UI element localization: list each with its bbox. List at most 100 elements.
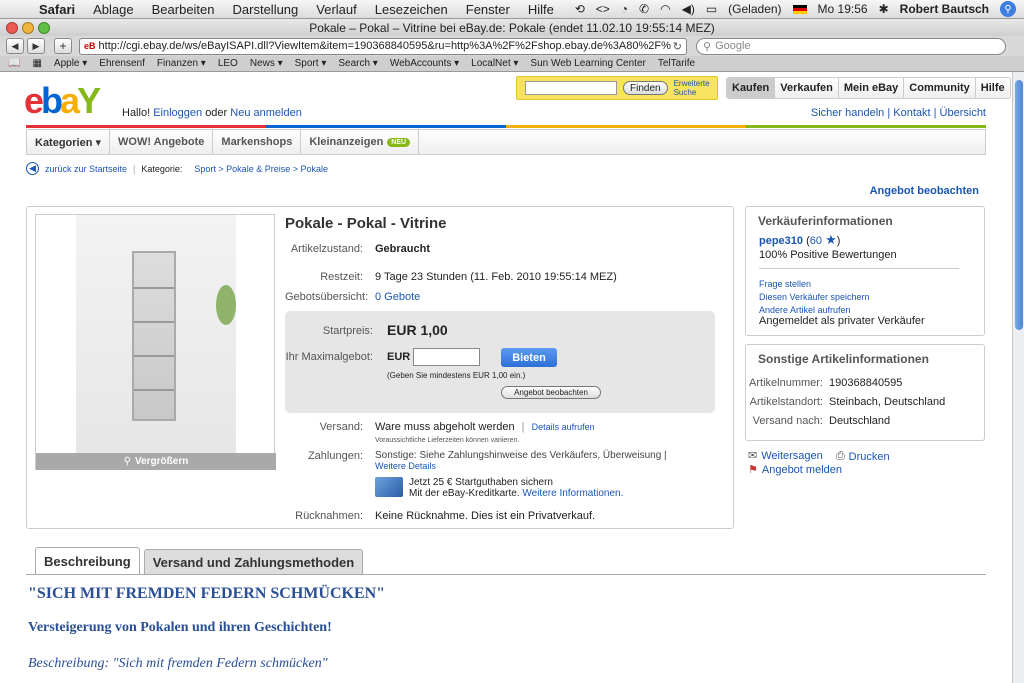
ask-question-link[interactable]: Frage stellen [759, 279, 811, 289]
share-link[interactable]: Weitersagen [761, 450, 823, 462]
bookmark-finanzen[interactable]: Finanzen ▾ [157, 58, 206, 69]
bookmark-localnet[interactable]: LocalNet ▾ [471, 58, 518, 69]
wifi-icon[interactable]: ◠ [660, 2, 670, 16]
nav-verkaufen[interactable]: Verkaufen [774, 78, 838, 98]
categories-dropdown[interactable]: Kategorien ▾ [27, 130, 111, 154]
ebay-search-input[interactable] [525, 81, 617, 95]
minimize-window-icon[interactable] [22, 22, 34, 34]
returns-row: Rücknahmen: Keine Rücknahme. Dies ist ei… [285, 510, 725, 522]
max-bid-input[interactable] [413, 348, 480, 366]
menu-safari[interactable]: Safari [30, 2, 84, 17]
category-path[interactable]: Sport > Pokale & Preise > Pokale [194, 164, 328, 174]
address-url[interactable]: http://cgi.ebay.de/ws/eBayISAPI.dll?View… [99, 40, 671, 52]
bluetooth-icon[interactable]: ✱ [879, 2, 889, 16]
bookmark-apple[interactable]: Apple ▾ [54, 58, 87, 69]
close-window-icon[interactable] [6, 22, 18, 34]
info-value: Deutschland [829, 415, 891, 427]
bids-row: Gebotsübersicht: 0 Gebote [285, 291, 725, 303]
grid-icon[interactable]: ▦ [32, 58, 41, 69]
bookmark-search[interactable]: Search ▾ [338, 58, 377, 69]
flag-icon: ⚑ [748, 464, 758, 476]
menu-hilfe[interactable]: Hilfe [519, 2, 563, 17]
back-arrow-icon[interactable]: ◀ [26, 162, 39, 175]
battery-status: (Geladen) [728, 2, 782, 16]
ebay-top-nav: Kaufen Verkaufen Mein eBay Community Hil… [726, 77, 1011, 99]
bookmark-sport[interactable]: Sport ▾ [295, 58, 327, 69]
seller-name-link[interactable]: pepe310 [759, 235, 803, 247]
hallo-text: Hallo! [122, 107, 151, 119]
add-bookmark-button[interactable]: + [54, 38, 72, 54]
nav-community[interactable]: Community [903, 78, 975, 98]
item-image[interactable]: ⚲ Vergrößern [35, 214, 276, 470]
other-item-info-box: Sonstige Artikelinformationen Artikelnum… [745, 344, 985, 441]
report-link[interactable]: Angebot melden [762, 464, 842, 476]
book-icon[interactable]: 📖 [8, 58, 20, 69]
watch-item-button[interactable]: Angebot beobachten [501, 386, 601, 399]
login-link[interactable]: Einloggen [153, 107, 202, 119]
enlarge-image-button[interactable]: ⚲ Vergrößern [36, 453, 276, 470]
save-seller-link[interactable]: Diesen Verkäufer speichern [759, 292, 870, 302]
tab-shipping-payment[interactable]: Versand und Zahlungsmethoden [143, 549, 364, 574]
tab-description[interactable]: Beschreibung [35, 547, 140, 574]
payment-details-link[interactable]: Weitere Details [375, 461, 436, 471]
register-link[interactable]: Neu anmelden [230, 107, 302, 119]
nav-mein-ebay[interactable]: Mein eBay [837, 78, 904, 98]
reload-icon[interactable]: ↻ [673, 40, 682, 53]
shipping-details-link[interactable]: Details aufrufen [532, 422, 595, 432]
google-search-field[interactable]: ⚲ Google [696, 37, 1006, 55]
bookmark-webaccounts[interactable]: WebAccounts ▾ [390, 58, 459, 69]
scrollbar-thumb[interactable] [1015, 80, 1023, 330]
seller-info-box: Verkäuferinformationen pepe310 (60 ★) 10… [745, 206, 985, 336]
find-button[interactable]: Finden [623, 81, 668, 95]
wow-offers-link[interactable]: WOW! Angebote [110, 130, 214, 154]
help-links[interactable]: Sicher handeln | Kontakt | Übersicht [811, 107, 986, 119]
classifieds-link[interactable]: Kleinanzeigen NEU [301, 130, 420, 154]
nav-hilfe[interactable]: Hilfe [974, 78, 1010, 98]
breadcrumb: ◀ zurück zur Startseite | Kategorie: Spo… [26, 162, 328, 175]
ebay-logo[interactable]: ebaY [24, 80, 101, 122]
payment-label: Zahlungen: [307, 450, 363, 462]
other-items-link[interactable]: Andere Artikel aufrufen [759, 305, 851, 315]
menubar-clock[interactable]: Mo 19:56 [818, 2, 868, 16]
bid-panel: Startpreis: EUR 1,00 Ihr Maximalgebot: E… [285, 311, 715, 413]
bookmark-teltarife[interactable]: TelTarife [658, 58, 695, 69]
menu-verlauf[interactable]: Verlauf [307, 2, 365, 17]
print-link[interactable]: Drucken [849, 451, 890, 463]
menu-ablage[interactable]: Ablage [84, 2, 142, 17]
volume-icon[interactable]: ◀) [682, 2, 695, 16]
menu-bearbeiten[interactable]: Bearbeiten [143, 2, 224, 17]
brand-shops-link[interactable]: Markenshops [213, 130, 302, 154]
nav-kaufen[interactable]: Kaufen [727, 78, 775, 98]
bookmark-leo[interactable]: LEO [218, 58, 238, 69]
description-subline: Versteigerung von Pokalen und ihren Gesc… [28, 620, 332, 635]
search-icon: ⚲ [703, 40, 712, 53]
watch-item-link[interactable]: Angebot beobachten [870, 185, 979, 197]
bookmark-sun-web-learning[interactable]: Sun Web Learning Center [530, 58, 645, 69]
bids-link[interactable]: 0 Gebote [375, 291, 725, 303]
info-row: Artikelstandort: Steinbach, Deutschland [746, 396, 946, 408]
vertical-scrollbar[interactable] [1012, 72, 1024, 683]
seller-score-link[interactable]: 60 [810, 235, 822, 247]
bid-button[interactable]: Bieten [501, 348, 557, 367]
back-to-home-link[interactable]: zurück zur Startseite [45, 164, 127, 174]
battery-icon[interactable]: ▭ [706, 2, 717, 16]
info-label: Artikelstandort: [749, 396, 823, 408]
address-bar[interactable]: eB http://cgi.ebay.de/ws/eBayISAPI.dll?V… [79, 37, 687, 55]
german-flag-icon[interactable] [792, 4, 807, 14]
sync-icon[interactable]: ⟲ [575, 2, 585, 16]
phone-icon[interactable]: ✆ [639, 2, 649, 16]
menubar-user[interactable]: Robert Bautsch [900, 2, 989, 16]
back-button[interactable]: ◀ [6, 38, 24, 54]
time-machine-icon[interactable]: ◔ [621, 2, 628, 16]
forward-button[interactable]: ▶ [27, 38, 45, 54]
credit-more-link[interactable]: Weitere Informationen. [522, 488, 623, 499]
menu-fenster[interactable]: Fenster [457, 2, 519, 17]
bookmark-ehrensenf[interactable]: Ehrensenf [99, 58, 145, 69]
advanced-search-link[interactable]: Erweiterte Suche [674, 79, 714, 97]
menu-darstellung[interactable]: Darstellung [224, 2, 308, 17]
bookmark-news[interactable]: News ▾ [250, 58, 283, 69]
menu-lesezeichen[interactable]: Lesezeichen [366, 2, 457, 17]
code-icon[interactable]: <> [596, 2, 610, 16]
zoom-window-icon[interactable] [38, 22, 50, 34]
spotlight-search-icon[interactable]: ⚲ [1000, 1, 1016, 17]
